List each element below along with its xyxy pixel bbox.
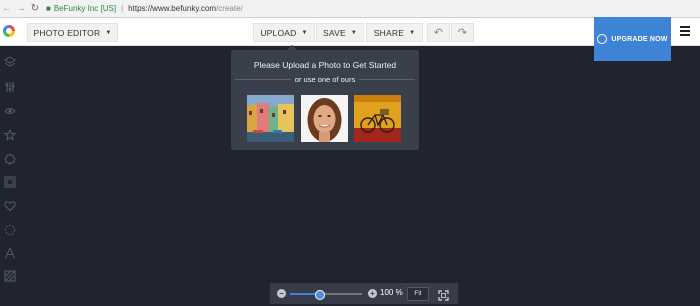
url-host[interactable]: https://www.befunky.com	[128, 4, 216, 13]
undo-button[interactable]: ↶	[427, 23, 450, 42]
popover-title: Please Upload a Photo to Get Started	[253, 60, 397, 70]
fullscreen-icon[interactable]	[438, 288, 449, 301]
zoom-slider[interactable]	[290, 290, 362, 300]
upgrade-now-button[interactable]: UPGRADE NOW	[594, 17, 671, 61]
upgrade-label: UPGRADE NOW	[611, 35, 668, 43]
frame-icon[interactable]	[4, 175, 16, 188]
zoom-in-button[interactable]: +	[368, 289, 377, 298]
share-button[interactable]: SHARE ▼	[366, 23, 423, 42]
divider	[235, 79, 291, 80]
url-path[interactable]: /create/	[216, 4, 243, 13]
photo-editor-label: PHOTO EDITOR	[33, 27, 101, 38]
badge-icon[interactable]	[4, 152, 16, 165]
text-icon[interactable]	[4, 246, 16, 259]
reload-icon[interactable]: ↻	[28, 0, 42, 17]
zoom-bar: − + 100 % Fit	[270, 283, 458, 304]
zoom-out-button[interactable]: −	[277, 289, 286, 298]
url-separator: |	[121, 4, 124, 13]
share-label: SHARE	[373, 27, 405, 38]
redo-button[interactable]: ↷	[451, 23, 474, 42]
pattern-icon[interactable]	[4, 269, 16, 282]
textures-icon[interactable]	[4, 223, 16, 236]
popover-subtitle-row: or use one of ours	[231, 74, 419, 85]
tool-rail	[0, 46, 22, 304]
crown-icon	[597, 34, 608, 44]
sample-photo-bicycle[interactable]	[354, 95, 401, 142]
app-header: PHOTO EDITOR ▼ UPLOAD ▼ SAVE ▼ SHARE ▼ ↶…	[0, 17, 700, 61]
caret-down-icon: ▼	[301, 29, 308, 36]
popover-subtitle: or use one of ours	[294, 75, 356, 84]
sample-photo-houses[interactable]	[247, 95, 294, 142]
upload-button[interactable]: UPLOAD ▼	[253, 23, 315, 42]
sample-photo-portrait[interactable]	[301, 95, 348, 142]
menu-icon[interactable]	[680, 26, 690, 38]
upload-popover: Please Upload a Photo to Get Started or …	[231, 45, 419, 150]
layers-icon[interactable]	[4, 55, 16, 67]
zoom-slider-handle[interactable]	[315, 290, 326, 300]
save-label: SAVE	[323, 27, 346, 38]
site-identity[interactable]: BeFunky Inc [US]	[54, 4, 116, 13]
browser-address-bar: ← → ↻ ■ BeFunky Inc [US] | https://www.b…	[0, 0, 700, 18]
befunky-logo-icon[interactable]	[3, 25, 15, 37]
redo-icon: ↷	[457, 27, 468, 39]
forward-icon[interactable]: →	[14, 0, 28, 17]
upload-label: UPLOAD	[260, 27, 297, 38]
zoom-percent: 100 %	[380, 288, 403, 297]
star-icon[interactable]	[3, 128, 17, 141]
divider	[359, 79, 415, 80]
lock-icon: ■	[46, 4, 51, 13]
undo-icon: ↶	[433, 27, 444, 39]
fit-button[interactable]: Fit	[407, 287, 429, 301]
eye-icon[interactable]	[4, 104, 16, 116]
caret-down-icon: ▼	[350, 29, 357, 36]
back-icon[interactable]: ←	[0, 0, 14, 17]
photo-editor-dropdown[interactable]: PHOTO EDITOR ▼	[27, 23, 118, 42]
caret-down-icon: ▼	[105, 29, 112, 36]
caret-down-icon: ▼	[409, 29, 416, 36]
save-button[interactable]: SAVE ▼	[316, 23, 364, 42]
adjust-sliders-icon[interactable]	[4, 80, 16, 92]
heart-icon[interactable]	[4, 199, 16, 212]
